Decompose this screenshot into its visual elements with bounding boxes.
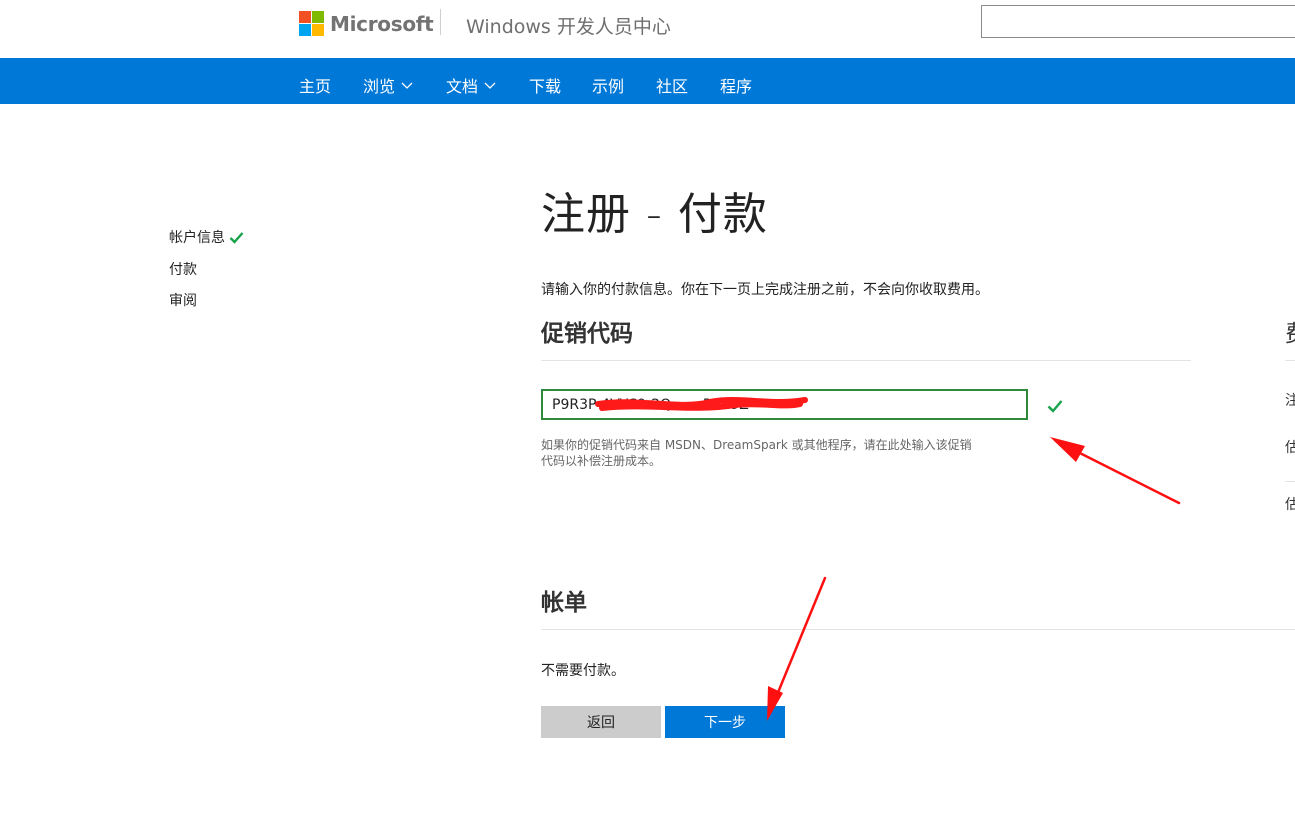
intro-text: 请输入你的付款信息。你在下一页上完成注册之前，不会向你收取费用。	[541, 282, 989, 298]
arrowhead-to-checkmark	[1050, 437, 1085, 462]
promo-help-text: 如果你的促销代码来自 MSDN、DreamSpark 或其他程序，请在此处输入该…	[541, 438, 972, 468]
nav-item-label: 社区	[656, 77, 689, 96]
nav-item-label: 主页	[299, 77, 332, 96]
nav-item-label: 示例	[592, 77, 625, 96]
promo-code-input[interactable]	[541, 389, 1028, 420]
step-account-info: 帐户信息	[169, 227, 244, 247]
step-label: 帐户信息	[169, 230, 225, 246]
step-review: 审阅	[169, 290, 197, 310]
chevron-down-icon	[484, 82, 496, 89]
site-title[interactable]: Windows 开发人员中心	[466, 12, 671, 39]
nav-item-docs[interactable]: 文档	[446, 73, 497, 97]
no-payment-text: 不需要付款。	[541, 663, 625, 679]
billing-divider	[541, 629, 1295, 630]
step-payment: 付款	[169, 259, 197, 279]
back-button[interactable]: 返回	[541, 706, 661, 738]
summary-line-fragment: 估	[1285, 497, 1295, 513]
brand-name: Microsoft	[330, 11, 434, 36]
step-label: 付款	[169, 262, 197, 278]
nav-item-downloads[interactable]: 下载	[529, 73, 561, 97]
next-button[interactable]: 下一步	[665, 706, 785, 738]
summary-divider	[1285, 481, 1295, 482]
nav-item-samples[interactable]: 示例	[592, 73, 624, 97]
top-header: Microsoft Windows 开发人员中心	[0, 0, 1295, 58]
nav-item-label: 文档	[446, 77, 479, 96]
summary-line-fragment: 估	[1285, 440, 1295, 456]
billing-heading: 帐单	[541, 590, 587, 616]
checkmark-icon	[1047, 400, 1063, 413]
arrow-to-next-button	[768, 576, 827, 714]
promo-heading: 促销代码	[541, 321, 633, 347]
nav-item-browse[interactable]: 浏览	[363, 73, 414, 97]
main-nav: 主页 浏览 文档 下载 示例 社区 程序	[0, 58, 1295, 104]
chevron-down-icon	[401, 82, 413, 89]
nav-item-label: 程序	[720, 77, 753, 96]
nav-item-label: 下载	[529, 77, 562, 96]
microsoft-logo[interactable]: Microsoft	[299, 11, 434, 36]
summary-heading-fragment: 费	[1285, 314, 1295, 348]
microsoft-squares-icon	[299, 11, 324, 36]
nav-item-programs[interactable]: 程序	[720, 73, 752, 97]
summary-line-fragment: 注	[1285, 393, 1295, 409]
arrow-to-checkmark	[1054, 439, 1181, 505]
nav-item-community[interactable]: 社区	[656, 73, 688, 97]
page-title: 注册 - 付款	[541, 189, 768, 240]
promo-divider	[541, 360, 1191, 361]
search-input[interactable]	[981, 5, 1295, 38]
header-divider	[440, 9, 441, 35]
step-label: 审阅	[169, 293, 197, 309]
nav-item-home[interactable]: 主页	[299, 73, 331, 97]
summary-divider	[1285, 360, 1295, 361]
checkmark-icon	[229, 231, 244, 244]
nav-item-label: 浏览	[363, 77, 396, 96]
page: Microsoft Windows 开发人员中心 主页 浏览 文档 下载 示例	[0, 0, 1295, 823]
